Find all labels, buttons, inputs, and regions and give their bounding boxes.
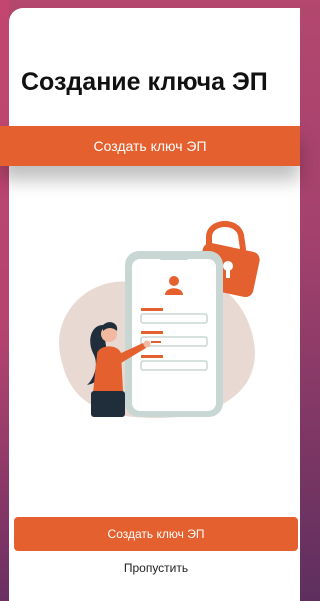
create-key-button[interactable]: Создать ключ ЭП [14,517,298,551]
create-key-banner[interactable]: Создать ключ ЭП [0,126,300,166]
skip-button[interactable]: Пропустить [14,561,298,575]
background-edge [0,0,9,601]
modal-sheet: Создание ключа ЭП Создать ключ ЭП Пропус… [9,8,300,601]
page-title: Создание ключа ЭП [21,68,268,96]
key-creation-illustration [59,221,260,418]
phone-icon [125,251,223,417]
